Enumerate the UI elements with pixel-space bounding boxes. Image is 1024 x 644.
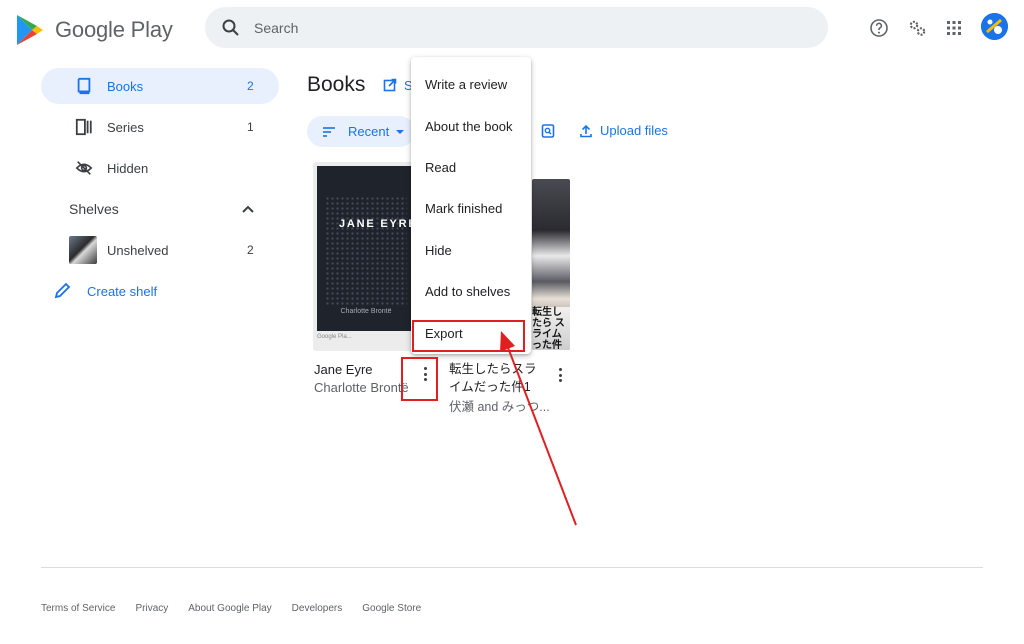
settings-icon[interactable]: [907, 18, 927, 38]
page-title: Books: [307, 73, 366, 96]
upload-icon: [580, 124, 592, 137]
footer-link-terms[interactable]: Terms of Service: [41, 603, 115, 614]
apps-grid-icon[interactable]: [944, 18, 964, 38]
footer: Terms of Service Privacy About Google Pl…: [41, 603, 441, 614]
sidebar: Books 2 Series 1 Hidden Shelves Unshelve…: [41, 68, 279, 309]
dropdown-arrow-icon: [396, 129, 405, 134]
cover-artwork: JANE EYRE Charlotte Brontë: [317, 166, 415, 331]
highlight-box-more-options: [401, 357, 438, 401]
footer-link-privacy[interactable]: Privacy: [135, 603, 168, 614]
sidebar-item-unshelved[interactable]: Unshelved 2: [41, 232, 279, 268]
footer-divider: [41, 567, 983, 568]
create-shelf-label: Create shelf: [87, 283, 158, 299]
sidebar-item-series[interactable]: Series 1: [41, 109, 279, 145]
sort-icon: [323, 126, 335, 137]
cover-author: Charlotte Brontë: [340, 308, 392, 315]
create-shelf-button[interactable]: Create shelf: [41, 273, 279, 309]
shelves-label: Shelves: [69, 201, 119, 217]
menu-item-hide[interactable]: Hide: [411, 230, 531, 271]
sidebar-item-books[interactable]: Books 2: [41, 68, 279, 104]
chevron-up-icon[interactable]: [241, 202, 255, 216]
book-context-menu: Write a review About the book Read Mark …: [411, 57, 531, 354]
pencil-icon: [54, 282, 71, 299]
shelves-header[interactable]: Shelves: [41, 191, 279, 227]
book-title[interactable]: 転生したらスライムだった件1: [449, 360, 549, 396]
top-bar: Google Play: [0, 0, 1024, 56]
highlight-box-export: [412, 320, 525, 352]
footer-link-about[interactable]: About Google Play: [188, 603, 271, 614]
menu-item-write-review[interactable]: Write a review: [411, 64, 531, 105]
more-options-icon[interactable]: [555, 366, 565, 384]
app-name: Google Play: [55, 17, 173, 42]
search-bar[interactable]: [205, 7, 828, 48]
cover-text: 転生したら スライム った件: [532, 307, 570, 350]
menu-item-mark-finished[interactable]: Mark finished: [411, 188, 531, 229]
upload-files-button[interactable]: Upload files: [579, 123, 668, 138]
sidebar-item-label: Hidden: [107, 160, 149, 176]
google-play-logo[interactable]: Google Play: [15, 14, 175, 46]
book-author: Charlotte Brontë: [314, 380, 409, 395]
hidden-eye-icon: [74, 158, 94, 178]
sidebar-item-count: 2: [247, 79, 254, 93]
sidebar-item-label: Books: [107, 78, 144, 94]
play-triangle-icon: [17, 15, 43, 45]
menu-item-add-to-shelves[interactable]: Add to shelves: [411, 271, 531, 312]
sidebar-item-label: Series: [107, 119, 144, 135]
avatar-image: [981, 13, 1008, 40]
book-icon: [74, 76, 94, 96]
cover-title: JANE EYRE: [339, 218, 415, 230]
search-in-book-icon[interactable]: [541, 124, 555, 138]
book-author: 伏瀬 and みっつ...: [449, 400, 549, 414]
series-icon: [74, 117, 94, 137]
menu-item-read[interactable]: Read: [411, 147, 531, 188]
help-icon[interactable]: [869, 18, 889, 38]
search-icon[interactable]: [221, 18, 241, 38]
book-cover-tensura[interactable]: 転生したら スライム った件: [532, 179, 570, 350]
upload-label: Upload files: [600, 123, 668, 138]
open-external-icon[interactable]: [383, 78, 397, 92]
sidebar-item-count: 1: [247, 120, 254, 134]
account-avatar[interactable]: [981, 13, 1008, 40]
book-title[interactable]: Jane Eyre: [314, 362, 373, 377]
sidebar-item-count: 2: [247, 243, 254, 257]
sidebar-item-label: Unshelved: [107, 242, 169, 258]
sort-recent-chip[interactable]: Recent: [307, 116, 415, 147]
shelf-thumbnail: [69, 236, 97, 264]
cover-footer: Google Pla...: [317, 334, 352, 340]
footer-link-store[interactable]: Google Store: [362, 603, 421, 614]
sidebar-item-hidden[interactable]: Hidden: [41, 150, 279, 186]
search-input[interactable]: [254, 19, 754, 36]
footer-link-developers[interactable]: Developers: [292, 603, 343, 614]
sort-label: Recent: [348, 124, 390, 139]
book-cover-jane-eyre[interactable]: JANE EYRE Charlotte Brontë Google Pla...: [313, 162, 419, 351]
menu-item-about-book[interactable]: About the book: [411, 105, 531, 146]
